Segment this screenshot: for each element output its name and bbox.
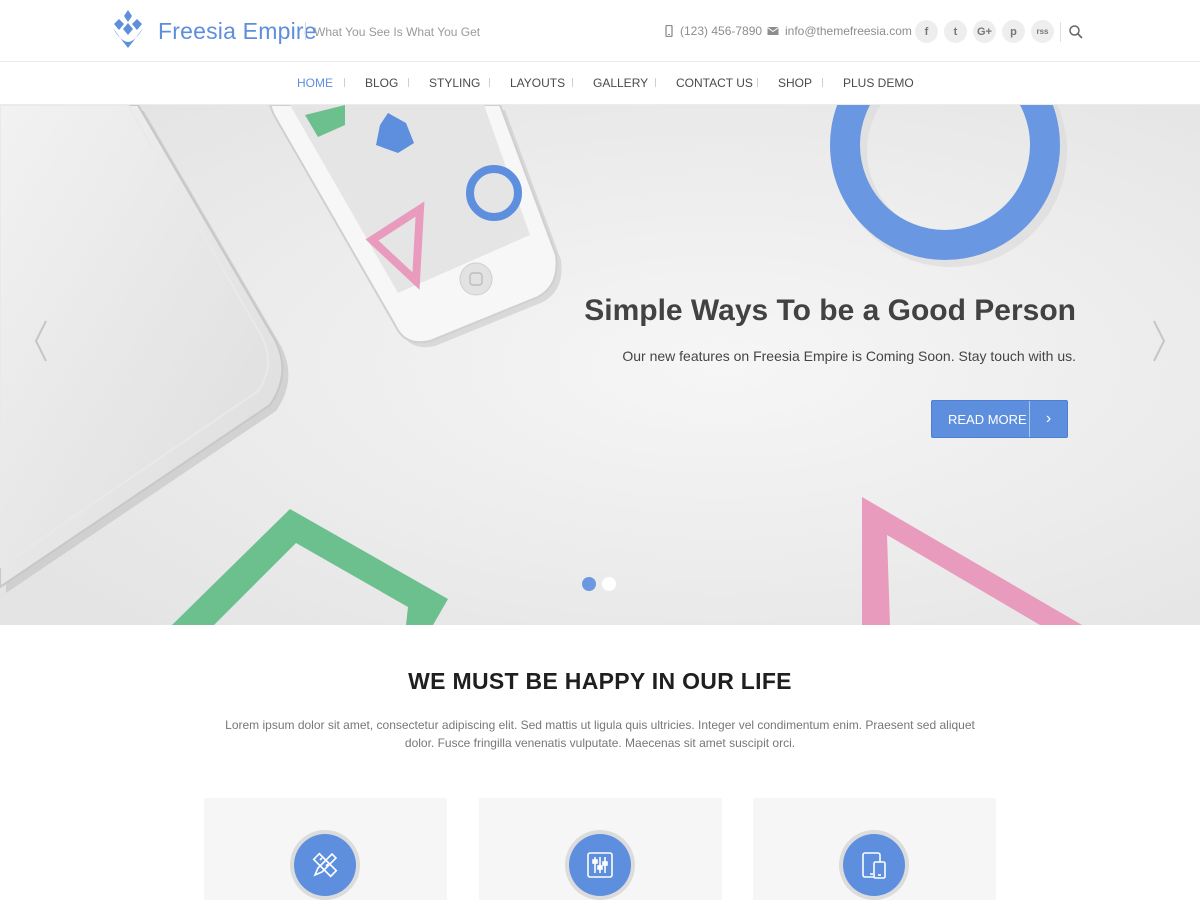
feature-card[interactable] xyxy=(753,798,996,900)
rss-icon[interactable]: rss xyxy=(1031,20,1054,43)
chevron-right-icon: › xyxy=(1029,401,1067,437)
nav-item-blog[interactable]: BLOG xyxy=(365,76,398,90)
phone-number: (123) 456-7890 xyxy=(680,24,763,38)
search-icon[interactable] xyxy=(1068,24,1084,40)
slider-dot-2[interactable] xyxy=(602,577,616,591)
mail-icon xyxy=(767,27,779,35)
feature-icon-circle xyxy=(565,830,635,900)
section-description: Lorem ipsum dolor sit amet, consectetur … xyxy=(225,718,975,750)
contact-email[interactable]: info@themefreesia.com xyxy=(767,24,912,38)
feature-card[interactable] xyxy=(204,798,447,900)
hero-title: Simple Ways To be a Good Person xyxy=(584,294,1076,327)
twitter-icon[interactable]: t xyxy=(944,20,967,43)
facebook-icon[interactable]: f xyxy=(915,20,938,43)
logo-icon[interactable] xyxy=(110,8,146,50)
nav-item-layouts[interactable]: LAYOUTS xyxy=(510,76,565,90)
site-header: Freesia Empire What You See Is What You … xyxy=(0,0,1200,62)
read-more-label: READ MORE xyxy=(948,411,1027,427)
nav-separator xyxy=(572,78,573,87)
slider-next-arrow-icon[interactable] xyxy=(1150,317,1170,365)
site-tagline: What You See Is What You Get xyxy=(314,25,481,39)
site-title[interactable]: Freesia Empire xyxy=(158,18,317,45)
nav-item-plus-demo[interactable]: PLUS DEMO xyxy=(843,76,914,90)
feature-icon-circle xyxy=(290,830,360,900)
slider-pagination xyxy=(582,577,616,591)
pencil-ruler-icon xyxy=(312,852,338,878)
nav-item-styling[interactable]: STYLING xyxy=(429,76,480,90)
sliders-icon xyxy=(587,852,613,878)
nav-separator xyxy=(408,78,409,87)
nav-item-home[interactable]: HOME xyxy=(297,76,333,90)
nav-item-shop[interactable]: SHOP xyxy=(778,76,812,90)
slider-prev-arrow-icon[interactable] xyxy=(30,317,50,365)
nav-item-contact-us[interactable]: CONTACT US xyxy=(676,76,753,90)
read-more-button[interactable]: READ MORE › xyxy=(931,400,1068,438)
nav-separator xyxy=(489,78,490,87)
feature-card[interactable] xyxy=(479,798,722,900)
nav-separator xyxy=(344,78,345,87)
slider-dot-1[interactable] xyxy=(582,577,596,591)
section-title: WE MUST BE HAPPY IN OUR LIFE xyxy=(408,668,792,694)
nav-item-gallery[interactable]: GALLERY xyxy=(593,76,648,90)
feature-icon-circle xyxy=(839,830,909,900)
contact-phone: (123) 456-7890 xyxy=(664,24,762,38)
nav-separator xyxy=(822,78,823,87)
nav-separator xyxy=(757,78,758,87)
social-links: f t G+ p rss xyxy=(915,20,1054,43)
hero-subtitle: Our new features on Freesia Empire is Co… xyxy=(622,348,1076,364)
google-plus-icon[interactable]: G+ xyxy=(973,20,996,43)
main-navigation: HOME BLOG STYLING LAYOUTS GALLERY CONTAC… xyxy=(0,62,1200,105)
nav-separator xyxy=(655,78,656,87)
devices-icon xyxy=(862,852,886,879)
hero-background-image xyxy=(0,105,1200,625)
email-address[interactable]: info@themefreesia.com xyxy=(785,24,912,38)
pinterest-icon[interactable]: p xyxy=(1002,20,1025,43)
phone-icon xyxy=(665,25,673,37)
header-divider xyxy=(1060,22,1061,42)
hero-slider: Simple Ways To be a Good Person Our new … xyxy=(0,105,1200,625)
tagline-divider xyxy=(305,22,306,40)
